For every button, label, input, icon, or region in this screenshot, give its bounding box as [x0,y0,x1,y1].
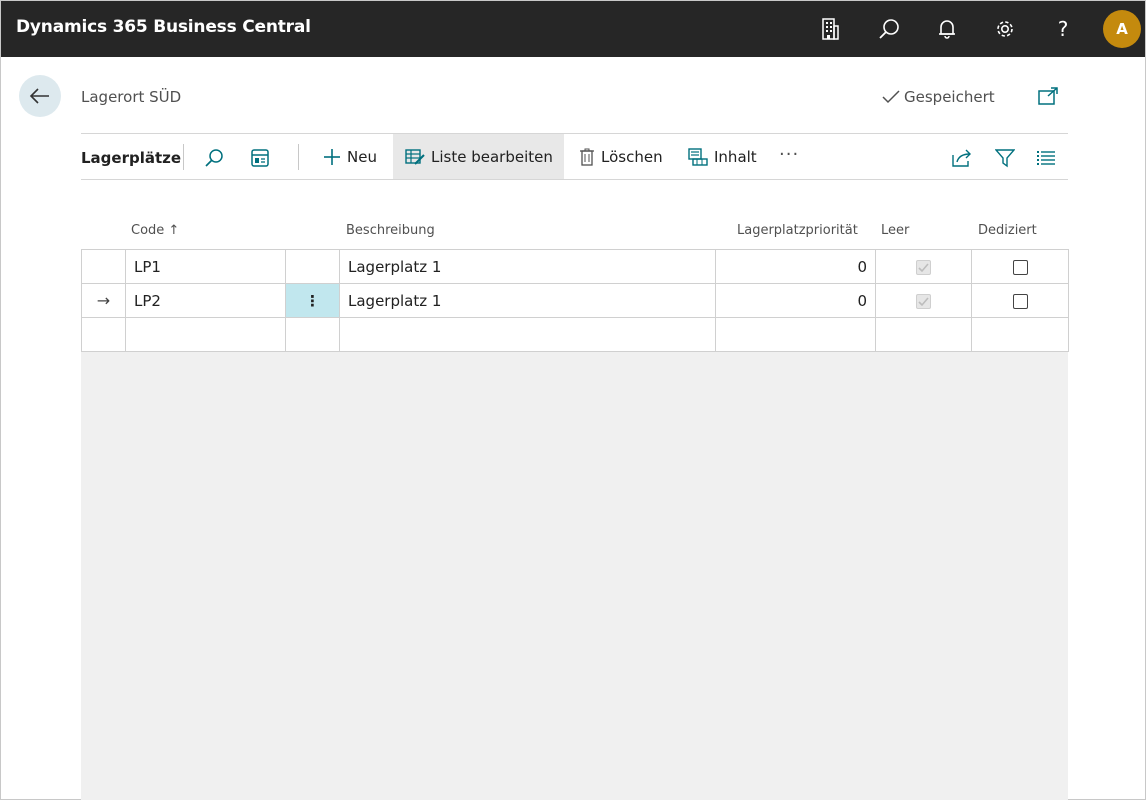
new-table-row[interactable] [81,317,1069,352]
checkmark-icon [882,90,900,104]
gear-icon[interactable] [989,13,1021,45]
description-cell[interactable]: Lagerplatz 1 [339,283,716,318]
code-cell[interactable]: LP1 [125,249,286,284]
help-icon[interactable]: ? [1047,13,1079,45]
empty-cell [875,317,972,352]
saved-label: Gespeichert [904,88,995,106]
action-bar: Lagerplätze Neu Liste bearbeiten Löschen… [81,133,1068,180]
grid-empty-area [81,351,1068,800]
open-new-window-button[interactable] [1037,86,1059,108]
row-indicator[interactable] [81,249,126,284]
details-icon [251,149,269,167]
row-menu-button[interactable]: ⋮ [285,283,340,318]
page-title: Lagerort SÜD [81,88,182,106]
description-cell[interactable]: Lagerplatz 1 [339,249,716,284]
empty-checkbox [916,293,931,309]
list-part-title: Lagerplätze [81,149,182,167]
search-list-button[interactable] [202,146,226,170]
share-icon [952,149,971,167]
code-cell[interactable]: LP2 [125,283,286,318]
current-row-arrow-icon[interactable]: → [81,283,126,318]
filter-button[interactable] [993,146,1017,170]
dedicated-cell[interactable] [971,317,1069,352]
company-icon[interactable] [814,13,846,45]
back-button[interactable] [19,75,61,117]
saved-status: Gespeichert [882,88,995,106]
empty-cell [875,283,972,318]
edit-list-button[interactable]: Liste bearbeiten [393,134,564,179]
contents-label: Inhalt [714,147,757,166]
more-options-button[interactable]: ··· [779,144,799,165]
search-icon [205,149,223,167]
filter-icon [995,149,1015,168]
contents-button[interactable]: Inhalt [684,134,761,179]
bins-table: LP1 Lagerplatz 1 0 → LP2 ⋮ Lagerplatz 1 … [81,249,1069,352]
dedicated-checkbox[interactable] [1012,293,1028,309]
priority-cell[interactable]: 0 [715,249,876,284]
list-view-button[interactable] [1034,146,1058,170]
trash-icon [580,148,594,166]
list-icon [1037,151,1055,165]
row-menu-cell[interactable] [285,249,340,284]
new-button[interactable]: Neu [319,134,381,179]
empty-cell [875,249,972,284]
edit-list-label: Liste bearbeiten [431,147,553,166]
row-indicator[interactable] [81,317,126,352]
edit-list-icon [405,148,425,165]
checkmark-icon [918,262,929,272]
column-header-dedicated[interactable]: Dediziert [978,223,1037,238]
empty-checkbox [916,259,931,275]
share-button[interactable] [950,146,974,170]
bell-icon[interactable] [931,13,963,45]
column-header-code[interactable]: Code ↑ [131,223,179,238]
description-cell[interactable] [339,317,716,352]
delete-label: Löschen [601,147,663,166]
new-label: Neu [347,147,377,166]
priority-cell[interactable]: 0 [715,283,876,318]
search-icon[interactable] [873,13,905,45]
delete-button[interactable]: Löschen [575,134,667,179]
avatar[interactable]: A [1103,10,1141,48]
show-details-button[interactable] [248,146,272,170]
separator [298,144,299,170]
column-header-empty[interactable]: Leer [881,223,909,238]
code-cell[interactable] [125,317,286,352]
open-in-new-window-icon [1038,87,1058,105]
separator [183,144,184,170]
row-menu-cell[interactable] [285,317,340,352]
app-title[interactable]: Dynamics 365 Business Central [16,17,311,37]
dedicated-cell[interactable] [971,249,1069,284]
table-row[interactable]: → LP2 ⋮ Lagerplatz 1 0 [81,283,1069,318]
app-bar: Dynamics 365 Business Central ? A [1,1,1145,57]
column-header-priority[interactable]: Lagerplatzpriorität [737,223,858,238]
priority-cell[interactable] [715,317,876,352]
column-header-description[interactable]: Beschreibung [346,223,435,238]
plus-icon [324,148,340,165]
bin-contents-icon [688,147,708,166]
arrow-left-icon [29,88,49,104]
dedicated-cell[interactable] [971,283,1069,318]
dedicated-checkbox[interactable] [1012,259,1028,275]
table-row[interactable]: LP1 Lagerplatz 1 0 [81,249,1069,284]
checkmark-icon [918,296,929,306]
